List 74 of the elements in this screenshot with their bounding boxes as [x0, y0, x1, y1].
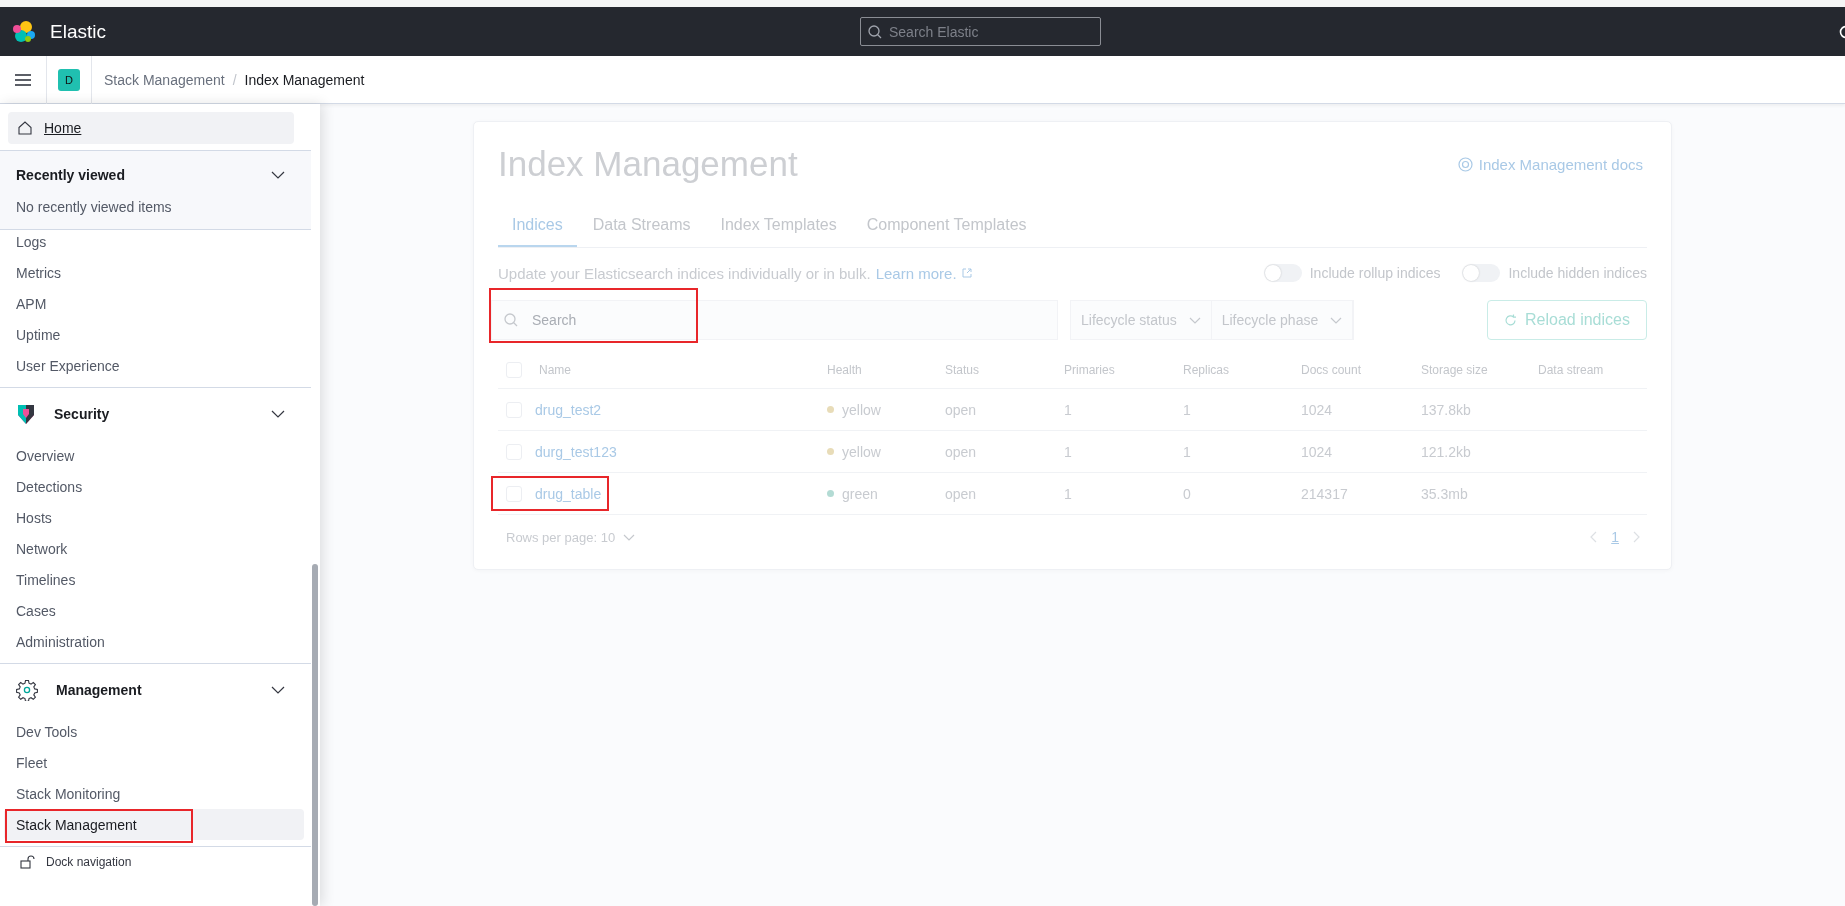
column-header[interactable]: Name — [539, 363, 827, 377]
nav-item[interactable]: Detections — [0, 471, 295, 502]
search-field[interactable]: Search — [491, 300, 1058, 340]
section-title: Security — [54, 406, 111, 422]
chevron-icon[interactable] — [271, 171, 285, 179]
column-header[interactable]: Docs count — [1301, 363, 1421, 377]
page-number[interactable]: 1 — [1611, 529, 1619, 545]
learn-more-link[interactable]: Learn more. — [875, 264, 957, 282]
lock-icon — [20, 855, 36, 869]
nav-item[interactable]: Cases — [0, 595, 295, 626]
column-header[interactable]: Replicas — [1183, 363, 1301, 377]
nav-item[interactable]: Metrics — [0, 257, 295, 288]
nav-item[interactable]: Stack Management — [4, 809, 304, 840]
index-name-link[interactable]: drug_table — [535, 485, 602, 502]
toggle-label: Include rollup indices — [1309, 265, 1441, 281]
global-search-field[interactable]: Search Elastic — [860, 17, 1101, 46]
nav-item[interactable]: Dev Tools — [0, 716, 295, 747]
chevron-icon[interactable] — [271, 410, 285, 418]
caret-icon — [623, 533, 636, 541]
nav-item[interactable]: APM — [0, 288, 295, 319]
nav-item[interactable]: Fleet — [0, 747, 295, 778]
column-header[interactable]: Data stream — [1538, 363, 1647, 377]
reload-button[interactable]: Reload indices — [1487, 300, 1647, 340]
filter-dropdown[interactable]: Lifecycle status — [1071, 301, 1212, 339]
external-link-icon — [961, 268, 972, 278]
dock-navigation-link[interactable]: Dock navigation — [46, 855, 132, 869]
caret-icon — [1330, 316, 1343, 324]
nav-item[interactable]: Hosts — [0, 502, 295, 533]
nav-item[interactable]: Administration — [0, 626, 295, 657]
shield-icon — [16, 403, 36, 425]
home-icon — [18, 121, 32, 135]
toggle-switch[interactable] — [1263, 264, 1302, 282]
nav-item[interactable]: Overview — [0, 440, 295, 471]
nav-item[interactable]: Stack Monitoring — [0, 778, 295, 809]
tab[interactable]: Indices — [498, 206, 577, 247]
tab[interactable]: Index Templates — [706, 206, 851, 247]
nav-item[interactable]: Uptime — [0, 319, 295, 350]
breadcrumb[interactable]: Index Management — [244, 71, 365, 88]
column-header[interactable]: Status — [945, 363, 1064, 377]
filter-dropdown[interactable]: Lifecycle phase — [1211, 301, 1354, 339]
nav-item[interactable]: User Experience — [0, 350, 295, 381]
nav-item[interactable]: Network — [0, 533, 295, 564]
space-avatar[interactable]: D — [58, 68, 80, 91]
column-header[interactable]: Primaries — [1064, 363, 1183, 377]
previous-page-icon[interactable] — [1589, 531, 1598, 543]
tab[interactable]: Component Templates — [852, 206, 1041, 247]
help-icon[interactable] — [1839, 24, 1845, 39]
section-title: Management — [56, 682, 143, 698]
caret-icon — [1188, 316, 1201, 324]
nav-item[interactable]: Timelines — [0, 564, 295, 595]
menu-icon — [15, 73, 31, 86]
column-header[interactable]: Storage size — [1421, 363, 1538, 377]
search-icon — [867, 24, 883, 40]
elastic-logo-icon[interactable] — [12, 19, 36, 44]
scrollbar[interactable] — [312, 564, 318, 906]
lifebuoy-icon — [1457, 156, 1473, 172]
toggle-label: Include hidden indices — [1508, 265, 1647, 281]
nav-item[interactable]: Logs — [0, 226, 295, 257]
docs-link[interactable]: Index Management docs — [1457, 155, 1643, 173]
section-title: Recently viewed — [16, 167, 126, 183]
column-header[interactable]: Health — [827, 363, 945, 377]
refresh-icon — [1504, 313, 1517, 327]
gear-icon — [16, 679, 38, 701]
index-name-link[interactable]: drug_test2 — [535, 401, 602, 418]
home-link[interactable]: Home — [8, 112, 294, 144]
tab[interactable]: Data Streams — [578, 206, 705, 247]
breadcrumb-separator: / — [232, 71, 237, 88]
empty-message: No recently viewed items — [15, 198, 173, 217]
chevron-icon[interactable] — [271, 686, 285, 694]
index-name-link[interactable]: durg_test123 — [535, 443, 617, 460]
brand-name: Elastic — [50, 20, 106, 43]
breadcrumb[interactable]: Stack Management — [92, 71, 225, 88]
toggle-switch[interactable] — [1462, 264, 1501, 282]
next-page-icon[interactable] — [1633, 531, 1641, 543]
